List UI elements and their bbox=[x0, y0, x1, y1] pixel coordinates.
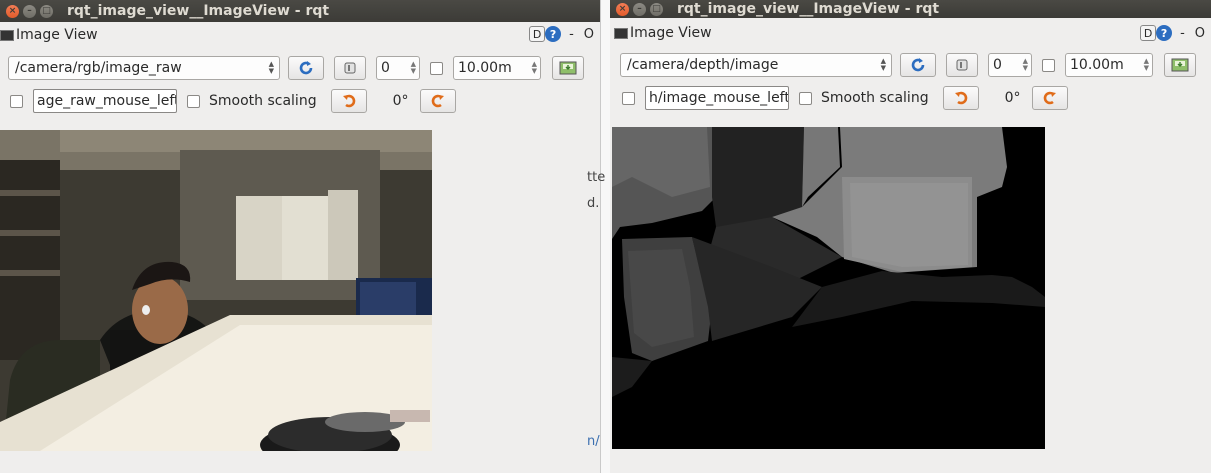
distance-checkbox[interactable] bbox=[430, 61, 443, 75]
mouse-topic-value: age_raw_mouse_left bbox=[37, 93, 177, 109]
smoothing-value: 0 bbox=[381, 60, 390, 76]
minimize-window-icon[interactable]: – bbox=[633, 2, 646, 16]
rgb-camera-image[interactable] bbox=[0, 130, 432, 451]
depth-camera-image[interactable] bbox=[612, 127, 1045, 449]
plugin-icon bbox=[614, 27, 628, 39]
plugin-label: Image View bbox=[16, 27, 98, 43]
smooth-scaling-checkbox[interactable] bbox=[187, 94, 200, 108]
minimize-window-icon[interactable]: – bbox=[23, 4, 36, 18]
distance-value: 10.00m bbox=[458, 60, 512, 76]
chevron-updown-icon: ▲ ▼ bbox=[268, 60, 274, 75]
mouse-topic-input[interactable]: h/image_mouse_left bbox=[645, 86, 789, 110]
rotate-left-button[interactable] bbox=[330, 89, 367, 113]
rgb-image-view-window: × – □ rqt_image_view__ImageView - rqt Im… bbox=[0, 0, 600, 473]
mouse-topic-input[interactable]: age_raw_mouse_left bbox=[33, 89, 177, 113]
background-link-text: n/ bbox=[587, 434, 600, 449]
distance-value: 10.00m bbox=[1070, 57, 1124, 73]
spin-arrows-icon: ▲ ▼ bbox=[1143, 57, 1149, 72]
spin-arrows-icon: ▲ ▼ bbox=[410, 60, 416, 75]
window-title: rqt_image_view__ImageView - rqt bbox=[677, 1, 940, 17]
minimize-plugin-button[interactable]: - bbox=[569, 27, 574, 42]
plugin-header: Image View D ? - O bbox=[610, 18, 1211, 48]
rotate-right-icon bbox=[431, 94, 444, 108]
rotation-label: 0° bbox=[1004, 90, 1021, 106]
help-icon[interactable]: ? bbox=[1156, 25, 1173, 41]
dock-icon[interactable]: D bbox=[1140, 25, 1157, 41]
rotate-right-button[interactable] bbox=[1031, 86, 1068, 110]
rotate-right-icon bbox=[1043, 91, 1056, 105]
help-icon[interactable]: ? bbox=[545, 26, 562, 42]
smoothing-value: 0 bbox=[993, 57, 1002, 73]
spin-arrows-icon: ▲ ▼ bbox=[531, 60, 537, 75]
close-plugin-button[interactable]: O bbox=[1195, 26, 1205, 41]
rotate-left-icon bbox=[954, 91, 967, 105]
distance-spinbox[interactable]: 10.00m ▲ ▼ bbox=[453, 56, 541, 80]
plugin-icon bbox=[0, 29, 14, 41]
refresh-icon bbox=[299, 61, 313, 75]
rotation-label: 0° bbox=[392, 93, 409, 109]
title-bar: × – □ rqt_image_view__ImageView - rqt bbox=[0, 0, 600, 22]
smoothing-spinbox[interactable]: 0 ▲ ▼ bbox=[376, 56, 420, 80]
smooth-scaling-label: Smooth scaling bbox=[821, 90, 929, 106]
rotate-left-icon bbox=[342, 94, 355, 108]
chevron-updown-icon: ▲ ▼ bbox=[880, 57, 886, 72]
topic-select-value: /camera/rgb/image_raw bbox=[15, 60, 182, 76]
publish-mouse-checkbox[interactable] bbox=[10, 94, 23, 108]
topic-select-value: /camera/depth/image bbox=[627, 57, 779, 73]
spin-arrows-icon: ▲ ▼ bbox=[1022, 57, 1028, 72]
topic-select[interactable]: /camera/depth/image ▲ ▼ bbox=[620, 53, 892, 77]
status-bar bbox=[610, 453, 1211, 473]
refresh-topics-button[interactable] bbox=[900, 53, 936, 77]
topic-select[interactable]: /camera/rgb/image_raw ▲ ▼ bbox=[8, 56, 280, 80]
title-bar: × – □ rqt_image_view__ImageView - rqt bbox=[610, 0, 1211, 18]
pause-icon bbox=[344, 62, 356, 74]
save-icon bbox=[1171, 58, 1189, 72]
pause-button[interactable] bbox=[334, 56, 366, 80]
distance-checkbox[interactable] bbox=[1042, 58, 1055, 72]
depth-image-view-window: × – □ rqt_image_view__ImageView - rqt Im… bbox=[610, 0, 1211, 473]
maximize-window-icon[interactable]: □ bbox=[40, 4, 53, 18]
window-title: rqt_image_view__ImageView - rqt bbox=[67, 3, 330, 19]
smoothing-spinbox[interactable]: 0 ▲ ▼ bbox=[988, 53, 1032, 77]
dock-icon[interactable]: D bbox=[529, 26, 546, 42]
mouse-topic-value: h/image_mouse_left bbox=[649, 90, 789, 106]
close-window-icon[interactable]: × bbox=[616, 2, 629, 16]
refresh-topics-button[interactable] bbox=[288, 56, 324, 80]
distance-spinbox[interactable]: 10.00m ▲ ▼ bbox=[1065, 53, 1153, 77]
save-image-button[interactable] bbox=[1164, 53, 1196, 77]
background-text: tte bbox=[587, 170, 606, 185]
pause-icon bbox=[956, 59, 968, 71]
window-gap: tte d. n/ bbox=[587, 0, 610, 473]
close-plugin-button[interactable]: O bbox=[584, 27, 594, 42]
save-icon bbox=[559, 61, 577, 75]
maximize-window-icon[interactable]: □ bbox=[650, 2, 663, 16]
close-window-icon[interactable]: × bbox=[6, 4, 19, 18]
background-text: d. bbox=[587, 196, 600, 211]
plugin-header: Image View D ? - O bbox=[0, 22, 600, 48]
refresh-icon bbox=[911, 58, 925, 72]
minimize-plugin-button[interactable]: - bbox=[1180, 26, 1185, 41]
publish-mouse-checkbox[interactable] bbox=[622, 91, 635, 105]
smooth-scaling-label: Smooth scaling bbox=[209, 93, 317, 109]
rotate-left-button[interactable] bbox=[942, 86, 979, 110]
depth-scene-image bbox=[612, 127, 1045, 449]
status-bar bbox=[0, 453, 600, 473]
save-image-button[interactable] bbox=[552, 56, 584, 80]
rgb-scene-image bbox=[0, 130, 432, 451]
plugin-label: Image View bbox=[630, 25, 712, 41]
smooth-scaling-checkbox[interactable] bbox=[799, 91, 812, 105]
rotate-right-button[interactable] bbox=[419, 89, 456, 113]
pause-button[interactable] bbox=[946, 53, 978, 77]
